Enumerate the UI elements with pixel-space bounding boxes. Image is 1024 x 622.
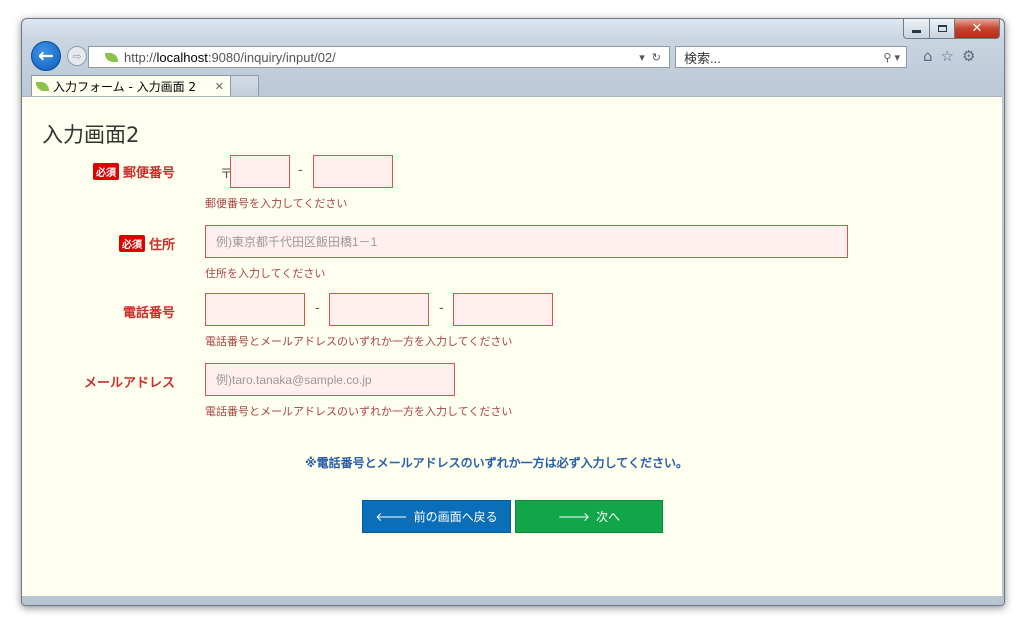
back-button-label: 前の画面へ戻る: [413, 510, 498, 524]
address-error: 住所を入力してください: [205, 267, 326, 280]
next-button[interactable]: 🡒 次へ: [515, 500, 663, 533]
search-placeholder: 検索...: [684, 50, 721, 66]
contact-requirement-note: ※電話番号とメールアドレスのいずれか一方は必ず入力してください。: [305, 456, 688, 470]
address-label-text: 住所: [148, 238, 175, 253]
maximize-icon: [937, 25, 947, 32]
required-badge: 必須: [118, 235, 145, 252]
gear-icon[interactable]: ⚙: [962, 47, 975, 65]
address-input[interactable]: 例)東京都千代田区飯田橋1－1: [205, 225, 848, 258]
search-box[interactable]: 検索... ⚲ ▾: [675, 46, 907, 68]
new-tab-button[interactable]: [231, 75, 259, 96]
forward-button[interactable]: ⇨: [67, 46, 87, 66]
close-window-button[interactable]: ✕: [955, 19, 1000, 39]
phone-label: 電話番号: [123, 302, 175, 321]
maximize-button[interactable]: [930, 19, 955, 39]
back-to-previous-button[interactable]: 🡐 前の画面へ戻る: [362, 500, 511, 533]
minimize-button[interactable]: [903, 19, 930, 39]
address-bar[interactable]: http://localhost:9080/inquiry/input/02/ …: [88, 46, 670, 68]
tab-title: 入力フォーム - 入力画面 2: [53, 79, 197, 94]
phone-second-input[interactable]: [329, 293, 429, 326]
back-button[interactable]: ←: [31, 41, 61, 71]
favorites-star-icon[interactable]: ☆: [941, 47, 954, 65]
phone-separator-1: -: [315, 301, 320, 316]
search-icon[interactable]: ⚲ ▾: [883, 51, 900, 64]
dropdown-arrow-icon[interactable]: ▾: [639, 51, 645, 64]
address-placeholder: 例)東京都千代田区飯田橋1－1: [216, 235, 378, 249]
url-scheme: http://: [124, 49, 157, 65]
email-label-text: メールアドレス: [83, 376, 175, 391]
phone-first-input[interactable]: [205, 293, 305, 326]
url-host: localhost: [156, 49, 208, 65]
postal-separator: -: [298, 163, 303, 178]
browser-window: ✕ ← ⇨ http://localhost:9080/inquiry/inpu…: [21, 18, 1005, 606]
postal-code-second-input[interactable]: [313, 155, 393, 188]
tab-inquiry-form[interactable]: 入力フォーム - 入力画面 2 ✕: [31, 75, 231, 96]
arrow-right-icon: ⇨: [72, 49, 82, 63]
tab-close-icon[interactable]: ✕: [215, 80, 224, 93]
page-content: 入力画面2 必須 郵便番号 〒 - 郵便番号を入力してください 必須 住所 例)…: [22, 96, 1002, 596]
home-icon[interactable]: ⌂: [923, 47, 933, 65]
postal-error: 郵便番号を入力してください: [205, 197, 348, 210]
next-button-label: 次へ: [596, 510, 621, 524]
phone-label-text: 電話番号: [122, 306, 175, 321]
site-favicon-icon: [105, 52, 118, 62]
postal-label-text: 郵便番号: [122, 166, 175, 181]
window-controls: ✕: [903, 19, 1000, 39]
address-label: 必須 住所: [118, 234, 175, 253]
url-path: :9080/inquiry/input/02/: [207, 49, 336, 65]
arrow-left-icon: 🡐: [375, 510, 408, 524]
postal-label: 必須 郵便番号: [92, 162, 175, 181]
email-error: 電話番号とメールアドレスのいずれか一方を入力してください: [205, 405, 513, 418]
page-title: 入力画面2: [42, 123, 140, 147]
tab-favicon-icon: [36, 81, 49, 91]
email-label: メールアドレス: [84, 372, 175, 391]
minimize-icon: [912, 30, 921, 33]
phone-third-input[interactable]: [453, 293, 553, 326]
phone-separator-2: -: [439, 301, 444, 316]
email-input[interactable]: 例)taro.tanaka@sample.co.jp: [205, 363, 455, 396]
arrow-right-icon: 🡒: [557, 510, 591, 524]
email-placeholder: 例)taro.tanaka@sample.co.jp: [216, 373, 372, 387]
postal-code-first-input[interactable]: [230, 155, 290, 188]
required-badge: 必須: [92, 163, 119, 180]
refresh-icon[interactable]: ↻: [652, 51, 661, 64]
close-icon: ✕: [971, 21, 983, 36]
phone-error: 電話番号とメールアドレスのいずれか一方を入力してください: [205, 335, 513, 348]
arrow-left-icon: ←: [38, 45, 54, 67]
